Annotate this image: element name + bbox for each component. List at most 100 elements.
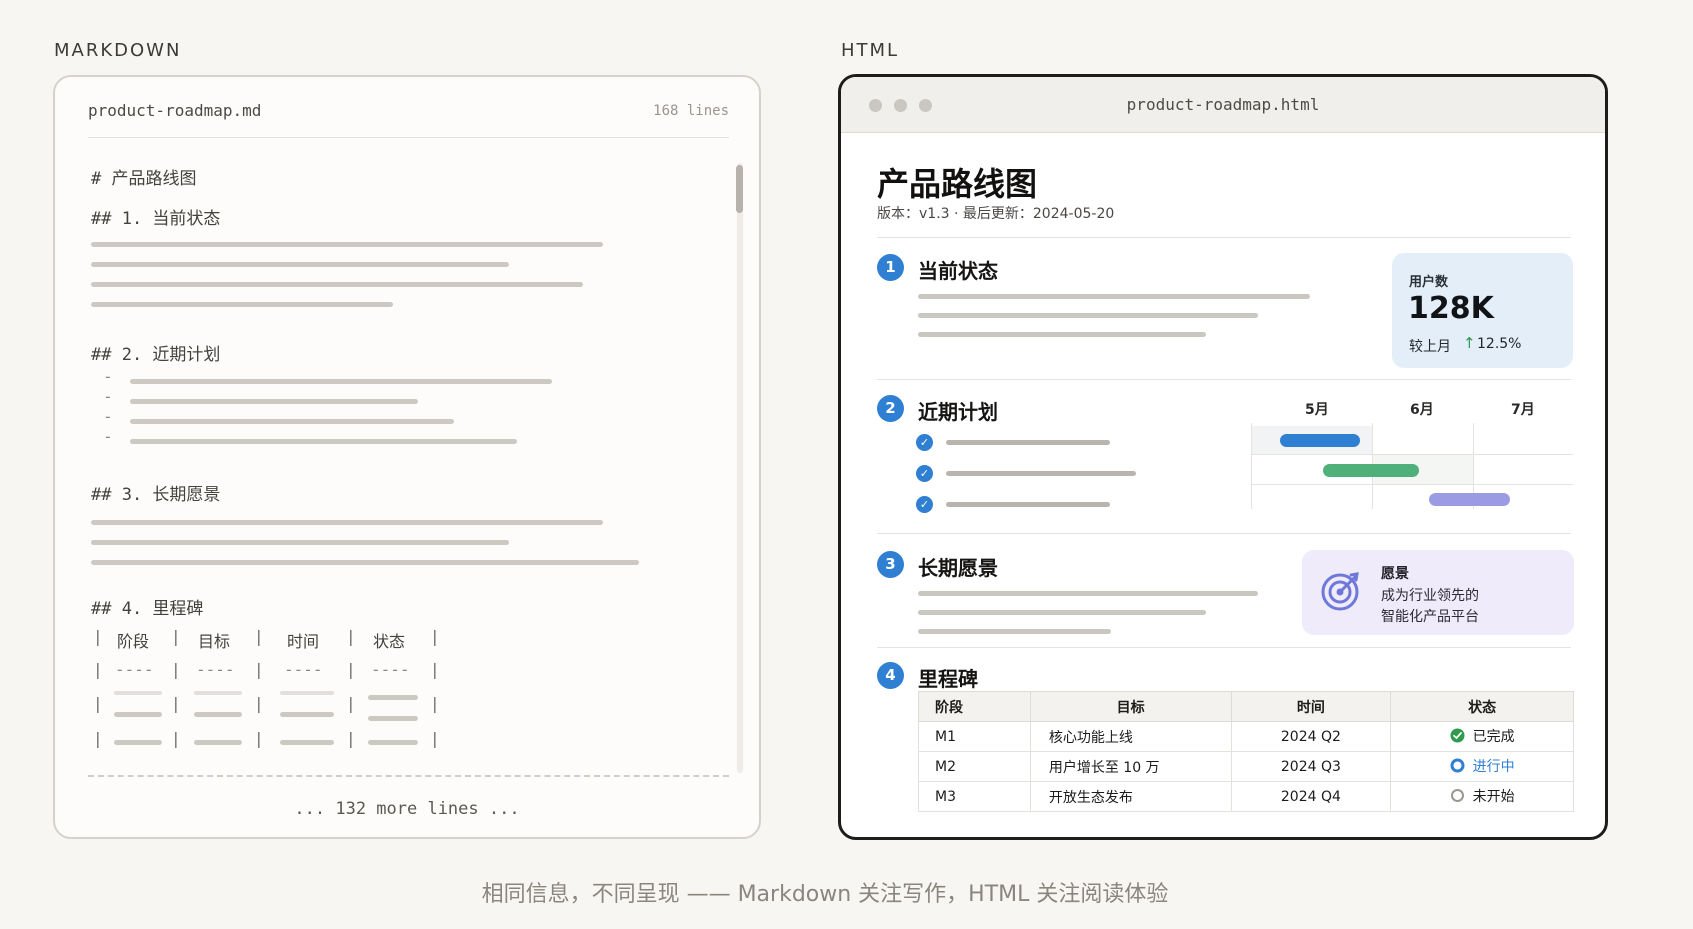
placeholder-text-line — [946, 471, 1136, 476]
markdown-h2-milestones: ## 4. 里程碑 — [91, 599, 204, 619]
gantt-bar-task-2[interactable] — [1323, 464, 1419, 477]
placeholder-text-line — [130, 419, 454, 424]
markdown-line-count: 168 lines — [653, 103, 729, 119]
table-pipe: | — [93, 660, 103, 679]
table-pipe: | — [254, 694, 264, 713]
table-separator: ---- — [196, 660, 235, 679]
check-circle-icon: ✓ — [916, 434, 933, 451]
section-title-long-term-vision: 长期愿景 — [918, 556, 998, 580]
gantt-gridline — [1251, 454, 1573, 455]
placeholder-cell — [194, 691, 242, 695]
table-pipe: | — [171, 627, 181, 646]
table-header-status: 状态 — [1390, 691, 1574, 722]
table-header-time: 时间 — [1230, 691, 1392, 722]
gantt-gridline — [1251, 423, 1252, 509]
section-number-badge: 2 — [877, 395, 904, 422]
markdown-h2-long-term-vision: ## 3. 长期愿景 — [91, 485, 221, 505]
page-meta: 版本：v1.3 · 最后更新：2024-05-20 — [877, 206, 1115, 222]
placeholder-text-line — [91, 242, 603, 247]
placeholder-text-line — [130, 379, 552, 384]
milestone-table: 阶段 目标 时间 状态 M1 核心功能上线 2024 Q2 已完成 M2 用户增… — [918, 691, 1574, 812]
placeholder-text-line — [91, 540, 509, 545]
not-started-circle-icon — [1450, 789, 1464, 803]
placeholder-text-line — [130, 399, 418, 404]
vision-text-line-1: 成为行业领先的 — [1381, 588, 1479, 604]
placeholder-text-line — [91, 560, 639, 565]
cell-goal: 用户增长至 10 万 — [1029, 751, 1232, 782]
completed-check-icon — [1450, 728, 1465, 743]
gantt-bar-task-3[interactable] — [1429, 493, 1510, 506]
table-pipe: | — [346, 729, 356, 748]
cell-status: 已完成 — [1390, 721, 1574, 752]
cell-time: 2024 Q4 — [1230, 781, 1392, 812]
vision-text-line-2: 智能化产品平台 — [1381, 609, 1479, 625]
table-pipe: | — [171, 729, 181, 748]
cell-phase: M3 — [918, 781, 1031, 812]
table-row: M3 开放生态发布 2024 Q4 未开始 — [918, 781, 1574, 812]
html-preview-window: product-roadmap.html 产品路线图 版本：v1.3 · 最后更… — [838, 74, 1608, 840]
placeholder-cell — [368, 740, 418, 745]
cell-goal: 开放生态发布 — [1029, 781, 1232, 812]
gantt-timeline: 5月 6月 7月 — [1251, 399, 1573, 519]
section-divider — [877, 237, 1571, 238]
markdown-filename: product-roadmap.md — [88, 101, 262, 120]
placeholder-text-line — [91, 302, 393, 307]
list-dash: - — [103, 407, 113, 426]
placeholder-text-line — [91, 282, 583, 287]
table-pipe: | — [93, 694, 103, 713]
table-pipe: | — [254, 627, 264, 646]
section-title-near-term-plan: 近期计划 — [918, 400, 998, 424]
vision-card: 愿景 成为行业领先的 智能化产品平台 — [1302, 550, 1574, 635]
placeholder-cell — [280, 712, 334, 717]
caption: 相同信息，不同呈现 —— Markdown 关注写作，HTML 关注阅读体验 — [481, 882, 1169, 907]
placeholder-cell — [114, 712, 162, 717]
placeholder-text-line — [918, 629, 1111, 634]
window-titlebar: product-roadmap.html — [841, 77, 1605, 133]
gantt-bar-task-1[interactable] — [1280, 434, 1360, 447]
markdown-scrollbar-track[interactable] — [737, 163, 743, 773]
section-title-current-status: 当前状态 — [918, 259, 998, 283]
cell-phase: M2 — [918, 751, 1031, 782]
page-title: 产品路线图 — [877, 165, 1038, 203]
check-circle-icon: ✓ — [916, 465, 933, 482]
gantt-gridline — [1251, 484, 1573, 485]
markdown-scrollbar-thumb[interactable] — [736, 165, 743, 213]
gantt-month-june: 6月 — [1410, 402, 1434, 418]
user-count-card: 用户数 128K 较上月 ↑ 12.5% — [1392, 253, 1573, 368]
markdown-h1: # 产品路线图 — [91, 169, 197, 189]
md-table-header-phase: 阶段 — [117, 632, 150, 651]
markdown-section-label: MARKDOWN — [54, 40, 182, 61]
markdown-h2-near-term-plan: ## 2. 近期计划 — [91, 345, 221, 365]
placeholder-cell — [114, 691, 162, 695]
table-pipe: | — [93, 627, 103, 646]
cell-time: 2024 Q2 — [1230, 721, 1392, 752]
placeholder-text-line — [918, 332, 1206, 337]
list-dash: - — [103, 427, 113, 446]
placeholder-text-line — [918, 313, 1258, 318]
markdown-panel: product-roadmap.md 168 lines # 产品路线图 ## … — [53, 75, 761, 839]
list-dash: - — [103, 367, 113, 386]
table-separator: ---- — [284, 660, 323, 679]
cell-status: 未开始 — [1390, 781, 1574, 812]
placeholder-cell — [368, 695, 418, 700]
table-pipe: | — [171, 660, 181, 679]
placeholder-text-line — [918, 591, 1258, 596]
table-header-phase: 阶段 — [918, 691, 1031, 722]
in-progress-icon — [1450, 758, 1465, 773]
table-pipe: | — [93, 729, 103, 748]
user-count-value: 128K — [1408, 291, 1494, 326]
placeholder-cell — [280, 691, 334, 695]
status-in-progress: 进行中 — [1472, 758, 1515, 775]
user-count-label: 用户数 — [1409, 275, 1449, 290]
section-number-badge: 3 — [877, 551, 904, 578]
html-section-label: HTML — [841, 40, 900, 61]
md-table-header-goal: 目标 — [198, 632, 231, 651]
section-divider — [877, 647, 1571, 648]
target-icon — [1321, 572, 1359, 611]
table-pipe: | — [430, 660, 440, 679]
table-pipe: | — [430, 627, 440, 646]
table-pipe: | — [254, 729, 264, 748]
md-table-header-status: 状态 — [373, 632, 406, 651]
placeholder-cell — [194, 712, 242, 717]
check-circle-icon: ✓ — [916, 496, 933, 513]
